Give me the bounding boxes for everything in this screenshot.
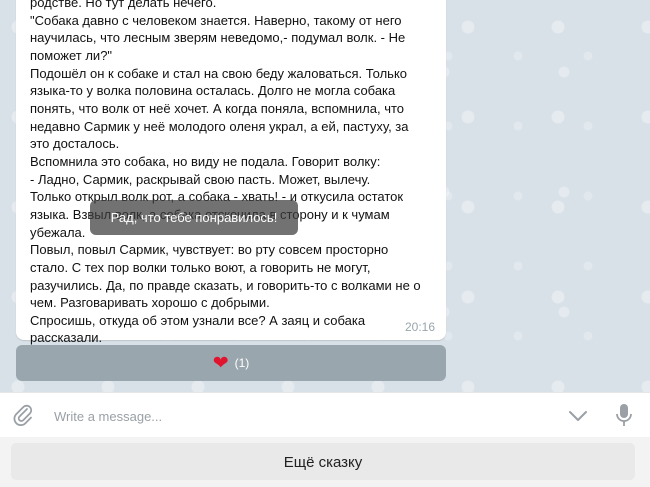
message-bubble: родстве. Но тут делать нечего. "Собака да… (16, 0, 446, 345)
message-timestamp: 20:16 (404, 320, 435, 334)
message-line: поможет ли?" (30, 47, 113, 63)
message-line: Подошёл он к собаке и стал на свою беду … (30, 65, 408, 81)
message-line: стало. С тех пор волки только воют, а го… (30, 259, 371, 275)
message-line: научилась, что лесным зверям неведомо,- … (30, 30, 406, 46)
message-line: Повыл, повыл Сармик, чувствует: во рту с… (30, 242, 389, 258)
paperclip-icon[interactable] (10, 402, 36, 428)
reaction-count: (1) (234, 356, 250, 370)
message-line: "Собака давно с человеком знается. Навер… (30, 12, 402, 28)
message-text: родстве. Но тут делать нечего. "Собака да… (30, 0, 440, 347)
message-line: Спросишь, откуда об этом узнали все? А з… (30, 312, 366, 328)
message-input[interactable] (52, 403, 536, 429)
message-line: родстве. Но тут делать нечего. (30, 0, 217, 10)
chevron-down-icon[interactable] (566, 404, 590, 428)
message-line: языка-то у волка половина осталась. Долг… (30, 83, 396, 99)
message-line: Вспомнила это собака, но виду не подала.… (30, 153, 381, 169)
message-line: понять, что волк от неё хочет. А когда п… (30, 100, 405, 116)
microphone-icon[interactable] (612, 401, 636, 429)
message-line: разучились. Да, по правде сказать, и гов… (30, 277, 421, 293)
message-composer (0, 392, 650, 438)
message-line: недавно Сармик у неё молодого оленя укра… (30, 118, 409, 134)
message-line: - Ладно, Сармик, раскрывай свою пасть. М… (30, 171, 371, 187)
heart-icon: ❤ (212, 352, 229, 374)
message-line: чем. Разговаривать хорошо с добрыми. (30, 295, 270, 311)
message-line: это досталось. (30, 136, 120, 152)
bot-keyboard: Ещё сказку (0, 437, 650, 487)
reaction-button[interactable]: ❤ (1) (16, 345, 446, 381)
chat-background: родстве. Но тут делать нечего. "Собака да… (0, 0, 650, 392)
toast-notification: Рад, что тебе понравилось! (90, 200, 298, 235)
more-tales-button[interactable]: Ещё сказку (11, 443, 635, 480)
